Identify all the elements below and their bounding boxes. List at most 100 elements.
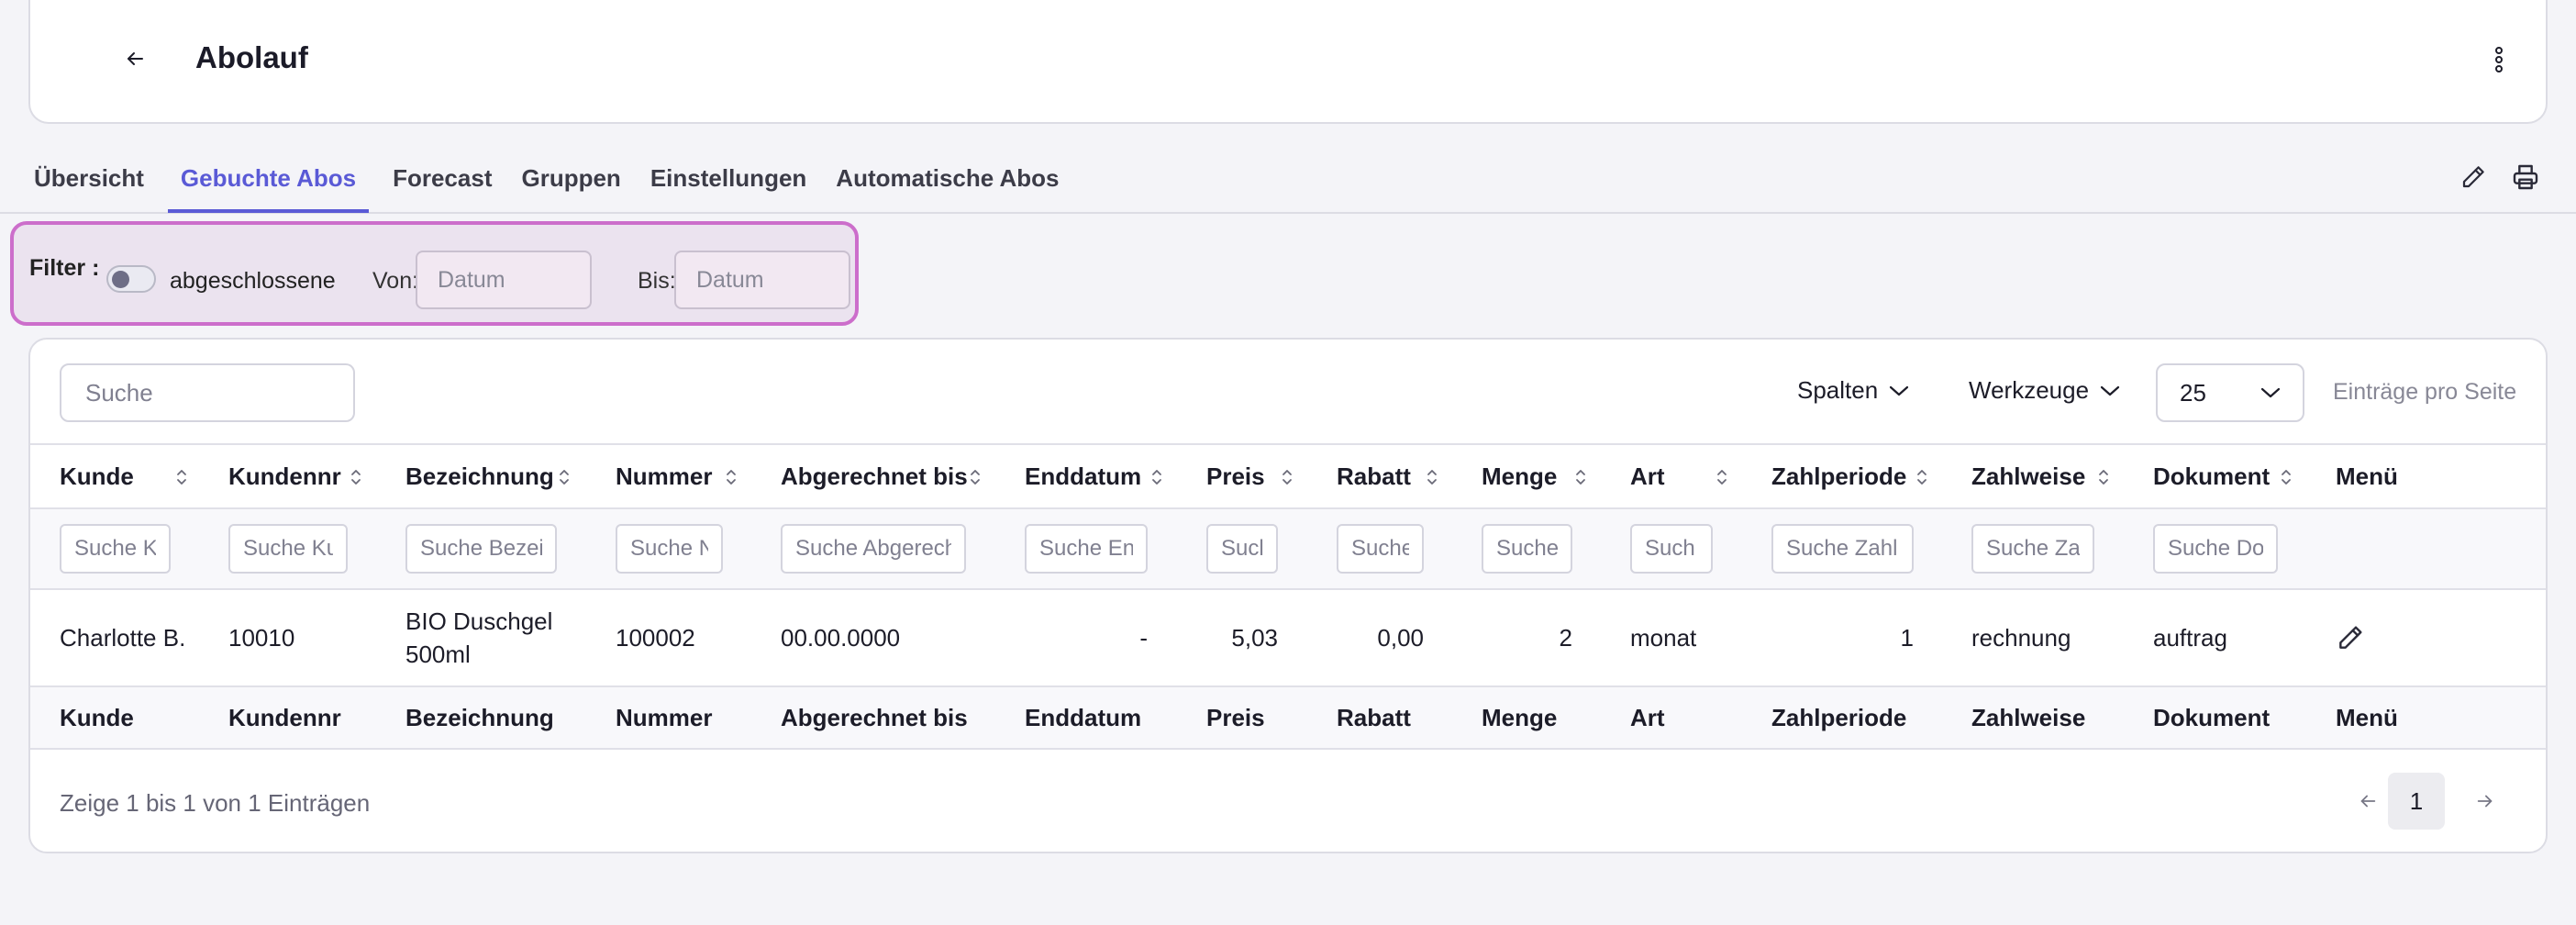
- tab-gruppen[interactable]: Gruppen: [516, 156, 626, 213]
- global-search-input[interactable]: [60, 363, 355, 422]
- tab-bar: Übersicht Gebuchte Abos Forecast Gruppen…: [28, 156, 1083, 213]
- sort-icon[interactable]: [725, 467, 738, 487]
- printer-icon: [2513, 164, 2538, 190]
- tab-forecast[interactable]: Forecast: [387, 156, 497, 213]
- search-art-input[interactable]: [1630, 524, 1713, 574]
- pencil-icon: [2462, 166, 2484, 188]
- sort-icon[interactable]: [1915, 467, 1928, 487]
- search-rabatt-input[interactable]: [1337, 524, 1424, 574]
- print-button[interactable]: [2509, 161, 2542, 194]
- to-date-input[interactable]: [674, 251, 850, 309]
- cell-dokument: auftrag: [2153, 624, 2227, 652]
- next-page-button[interactable]: [2457, 773, 2514, 830]
- table-info: Zeige 1 bis 1 von 1 Einträgen: [60, 789, 371, 817]
- search-preis-input[interactable]: [1206, 524, 1278, 574]
- foot-menue: Menü: [2336, 703, 2398, 731]
- cell-kunde: Charlotte B.: [60, 624, 186, 652]
- per-page-label: Einträge pro Seite: [2333, 379, 2517, 405]
- cell-zahlweise: rechnung: [1971, 624, 2071, 652]
- page-1-button[interactable]: 1: [2388, 773, 2445, 830]
- edit-icon: [2339, 626, 2362, 649]
- col-header-enddatum[interactable]: Enddatum: [1025, 445, 1141, 507]
- arrow-left-icon: [2360, 795, 2376, 808]
- foot-zahlweise: Zahlweise: [1971, 703, 2086, 731]
- cell-preis: 5,03: [1231, 624, 1278, 652]
- tools-dropdown[interactable]: Werkzeuge: [1969, 376, 2120, 405]
- row-edit-button[interactable]: [2336, 590, 2365, 685]
- sort-icon[interactable]: [1150, 467, 1163, 487]
- tab-uebersicht[interactable]: Übersicht: [28, 156, 150, 213]
- toggle-knob: [112, 271, 129, 288]
- search-nummer-input[interactable]: [616, 524, 723, 574]
- back-button[interactable]: [118, 42, 151, 75]
- table-card: Spalten Werkzeuge 25 Einträge pro Seite …: [28, 338, 2548, 853]
- sort-icon[interactable]: [969, 467, 982, 487]
- chevron-down-icon: [2260, 387, 2281, 398]
- col-header-kundennr[interactable]: Kundennr: [228, 445, 341, 507]
- cell-enddatum: -: [1139, 624, 1148, 652]
- foot-menge: Menge: [1482, 703, 1558, 731]
- sort-icon[interactable]: [175, 467, 188, 487]
- search-menge-input[interactable]: [1482, 524, 1572, 574]
- col-header-rabatt[interactable]: Rabatt: [1337, 445, 1411, 507]
- search-zahlperiode-input[interactable]: [1771, 524, 1914, 574]
- col-header-kunde[interactable]: Kunde: [60, 445, 134, 507]
- search-dokument-input[interactable]: [2153, 524, 2278, 574]
- col-header-zahlperiode[interactable]: Zahlperiode: [1771, 445, 1906, 507]
- tools-label: Werkzeuge: [1969, 376, 2090, 404]
- edit-page-button[interactable]: [2457, 161, 2490, 194]
- to-label: Bis:: [638, 268, 676, 294]
- foot-art: Art: [1630, 703, 1665, 731]
- col-header-nummer[interactable]: Nummer: [616, 445, 712, 507]
- columns-dropdown[interactable]: Spalten: [1797, 376, 1909, 405]
- table-row[interactable]: Charlotte B. 10010 BIO Duschgel 500ml 10…: [30, 588, 2546, 685]
- search-enddatum-input[interactable]: [1025, 524, 1148, 574]
- col-header-zahlweise[interactable]: Zahlweise: [1971, 445, 2085, 507]
- sort-icon[interactable]: [1574, 467, 1587, 487]
- column-search-row: [30, 507, 2546, 588]
- more-options-button[interactable]: [2485, 42, 2513, 77]
- tab-gebuchte-abos[interactable]: Gebuchte Abos: [167, 156, 370, 213]
- col-header-abgerechnet-bis[interactable]: Abgerechnet bis: [781, 445, 968, 507]
- tab-automatische-abos[interactable]: Automatische Abos: [830, 156, 1064, 213]
- from-label: Von:: [372, 268, 419, 294]
- from-date-input[interactable]: [416, 251, 592, 309]
- arrow-right-icon: [2477, 795, 2493, 808]
- cell-nummer: 100002: [616, 624, 695, 652]
- search-kundennr-input[interactable]: [228, 524, 348, 574]
- cell-abgerechnet-bis: 00.00.0000: [781, 624, 901, 652]
- cell-rabatt: 0,00: [1377, 624, 1424, 652]
- foot-zahlperiode: Zahlperiode: [1771, 703, 1907, 731]
- search-abgerechnet-input[interactable]: [781, 524, 966, 574]
- table-header-row: Kunde Kundennr Bezeichnung Nummer Abgere…: [30, 443, 2546, 507]
- search-kunde-input[interactable]: [60, 524, 171, 574]
- cell-art: monat: [1630, 624, 1697, 652]
- cell-menge: 2: [1559, 624, 1572, 652]
- col-header-menue: Menü: [2336, 462, 2398, 490]
- sort-icon[interactable]: [2280, 467, 2293, 487]
- per-page-select[interactable]: 25: [2156, 363, 2304, 422]
- sort-icon[interactable]: [2097, 467, 2110, 487]
- sort-icon[interactable]: [558, 467, 571, 487]
- col-header-menge[interactable]: Menge: [1482, 445, 1557, 507]
- foot-dokument: Dokument: [2153, 703, 2271, 731]
- filter-panel: Filter : abgeschlossene Von: Bis:: [10, 221, 859, 326]
- sort-icon[interactable]: [1715, 467, 1728, 487]
- foot-rabatt: Rabatt: [1337, 703, 1411, 731]
- sort-icon[interactable]: [1281, 467, 1294, 487]
- sort-icon[interactable]: [1426, 467, 1438, 487]
- foot-kunde: Kunde: [60, 703, 134, 731]
- page-title: Abolauf: [195, 40, 308, 74]
- col-header-dokument[interactable]: Dokument: [2153, 445, 2270, 507]
- table-footer-row: Kunde Kundennr Bezeichnung Nummer Abgere…: [30, 685, 2546, 750]
- foot-enddatum: Enddatum: [1025, 703, 1142, 731]
- foot-preis: Preis: [1206, 703, 1265, 731]
- search-bezeichnung-input[interactable]: [405, 524, 557, 574]
- col-header-preis[interactable]: Preis: [1206, 445, 1265, 507]
- sort-icon[interactable]: [350, 467, 362, 487]
- col-header-art[interactable]: Art: [1630, 445, 1665, 507]
- search-zahlweise-input[interactable]: [1971, 524, 2094, 574]
- tab-einstellungen[interactable]: Einstellungen: [645, 156, 812, 213]
- closed-toggle[interactable]: [106, 265, 156, 293]
- col-header-bezeichnung[interactable]: Bezeichnung: [405, 445, 554, 507]
